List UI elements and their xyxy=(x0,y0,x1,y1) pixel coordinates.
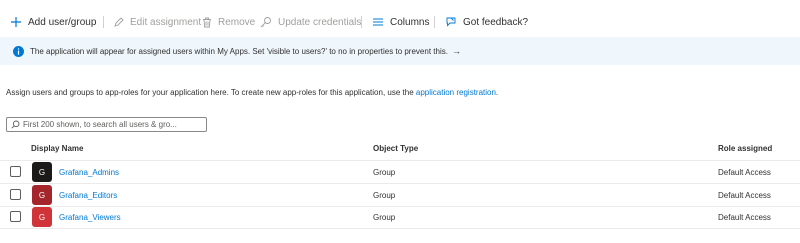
update-credentials-label: Update credentials xyxy=(278,16,362,28)
table-row[interactable]: G Grafana_Editors Group Default Access xyxy=(0,184,800,207)
search-input[interactable] xyxy=(20,120,203,129)
remove-button[interactable]: Remove xyxy=(202,10,255,34)
group-avatar: G xyxy=(32,162,52,182)
got-feedback-label: Got feedback? xyxy=(463,16,529,28)
group-name-link[interactable]: Grafana_Editors xyxy=(59,191,117,200)
update-credentials-button[interactable]: Update credentials xyxy=(260,10,361,34)
pencil-icon xyxy=(113,16,124,28)
row-checkbox[interactable] xyxy=(10,189,21,200)
edit-assignment-button[interactable]: Edit assignment xyxy=(113,10,201,34)
columns-icon xyxy=(372,17,384,27)
description-suffix: . xyxy=(495,88,499,97)
info-icon xyxy=(13,45,24,57)
description-text: Assign users and groups to app-roles for… xyxy=(6,88,416,97)
remove-label: Remove xyxy=(218,16,256,28)
add-user-group-label: Add user/group xyxy=(28,16,97,28)
toolbar-divider xyxy=(103,16,104,28)
column-header-display-name[interactable]: Display Name xyxy=(31,144,83,153)
trash-icon xyxy=(202,17,212,28)
object-type-cell: Group xyxy=(373,191,396,200)
application-registration-link[interactable]: application registration xyxy=(416,88,496,97)
info-banner: The application will appear for assigned… xyxy=(0,37,800,65)
search-box xyxy=(6,117,207,132)
columns-button[interactable]: Columns xyxy=(372,10,429,34)
table-row[interactable]: G Grafana_Admins Group Default Access xyxy=(0,161,800,184)
description: Assign users and groups to app-roles for… xyxy=(6,88,498,97)
group-avatar: G xyxy=(32,207,52,227)
object-type-cell: Group xyxy=(373,213,396,222)
banner-arrow-link[interactable]: → xyxy=(452,46,461,56)
banner-message: The application will appear for assigned… xyxy=(30,46,448,56)
command-bar: Add user/group Edit assignment Remove Up… xyxy=(0,10,800,34)
add-user-group-button[interactable]: Add user/group xyxy=(10,10,96,34)
key-icon xyxy=(260,16,272,28)
row-checkbox[interactable] xyxy=(10,166,21,177)
toolbar-divider xyxy=(361,16,362,28)
column-header-object-type[interactable]: Object Type xyxy=(373,144,418,153)
feedback-icon xyxy=(445,16,457,28)
object-type-cell: Group xyxy=(373,168,396,177)
group-avatar: G xyxy=(32,185,52,205)
columns-label: Columns xyxy=(390,16,430,28)
plus-icon xyxy=(10,16,22,28)
role-assigned-cell: Default Access xyxy=(718,191,771,200)
group-name-link[interactable]: Grafana_Admins xyxy=(59,168,119,177)
search-icon xyxy=(11,120,20,129)
edit-assignment-label: Edit assignment xyxy=(130,16,202,28)
row-checkbox[interactable] xyxy=(10,211,21,222)
group-name-link[interactable]: Grafana_Viewers xyxy=(59,213,121,222)
toolbar-divider xyxy=(434,16,435,28)
role-assigned-cell: Default Access xyxy=(718,168,771,177)
table-row[interactable]: G Grafana_Viewers Group Default Access xyxy=(0,206,800,229)
got-feedback-button[interactable]: Got feedback? xyxy=(445,10,528,34)
column-header-role-assigned[interactable]: Role assigned xyxy=(718,144,772,153)
role-assigned-cell: Default Access xyxy=(718,213,771,222)
